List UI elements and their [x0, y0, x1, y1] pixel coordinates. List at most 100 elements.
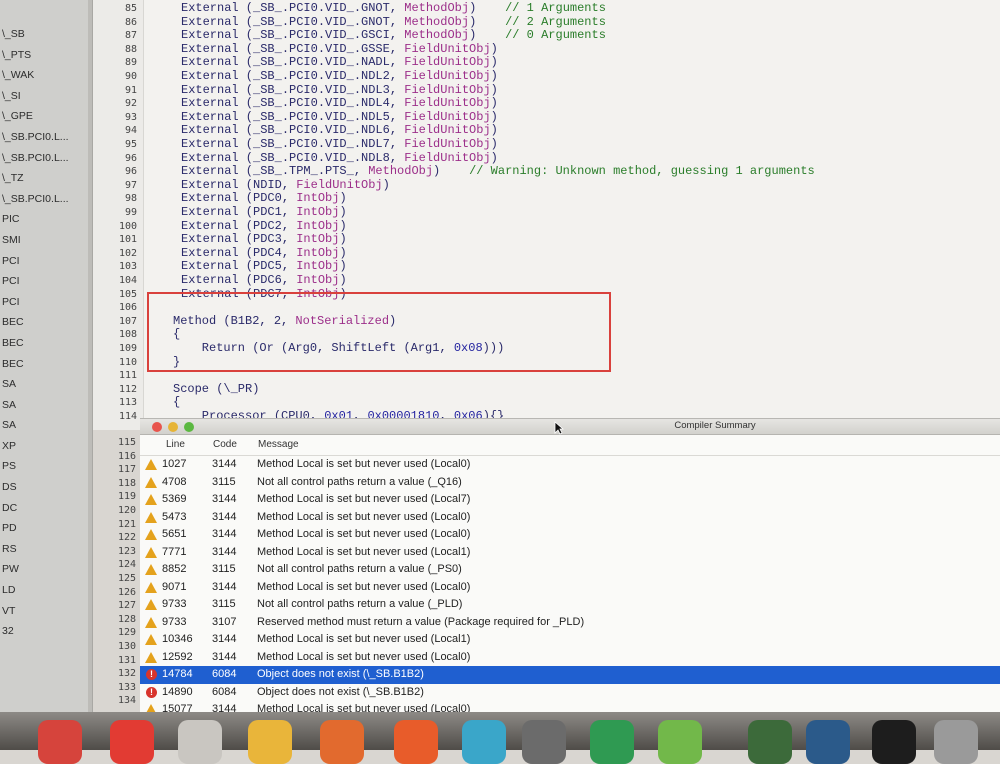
sidebar-item[interactable]: \_TZ — [0, 168, 92, 189]
line-number: 85 — [124, 3, 137, 14]
sidebar-item[interactable]: BEC — [0, 333, 92, 354]
summary-row[interactable]: 7771 3144 Method Local is set but never us… — [140, 544, 1000, 562]
code-token: // Warning: Unknown method, guessing 1 a… — [469, 164, 815, 179]
sidebar-item[interactable]: \_GPE — [0, 106, 92, 127]
line-number: 116 — [117, 450, 136, 462]
sidebar-item[interactable]: SA — [0, 415, 92, 436]
sidebar-item[interactable]: \_SB.PCI0.L... — [0, 127, 92, 148]
sidebar-item[interactable]: \_PTS — [0, 45, 92, 66]
row-code: 3144 — [212, 493, 237, 505]
app-icon-8[interactable] — [522, 720, 566, 764]
summary-row[interactable]: 5369 3144 Method Local is set but never us… — [140, 491, 1000, 509]
summary-row[interactable]: 9733 3107 Reserved method must return a va… — [140, 614, 1000, 632]
sidebar-item[interactable]: BEC — [0, 312, 92, 333]
code-token: MethodObj — [404, 1, 470, 15]
code-line: 88 External (_SB_.PCI0.VID_.GSSE, FieldUn… — [93, 42, 1000, 57]
summary-row[interactable]: ! 14890 6084 Object does not exist (\_SB.B1… — [140, 684, 1000, 702]
sidebar-item[interactable]: 32 — [0, 621, 92, 642]
app-icon-4[interactable] — [248, 720, 292, 764]
sidebar-scrollbar[interactable] — [88, 0, 92, 720]
sidebar-item[interactable]: LD — [0, 580, 92, 601]
app-icon-10[interactable] — [658, 720, 702, 764]
sidebar-item[interactable]: VT — [0, 601, 92, 622]
sidebar-item[interactable]: PCI — [0, 292, 92, 313]
sidebar-item[interactable]: PIC — [0, 209, 92, 230]
code-token: { — [173, 395, 181, 410]
summary-row[interactable]: 5473 3144 Method Local is set but never us… — [140, 509, 1000, 527]
summary-row[interactable]: 5651 3144 Method Local is set but never us… — [140, 526, 1000, 544]
app-icon-14[interactable] — [934, 720, 978, 764]
sidebar-item[interactable]: DC — [0, 498, 92, 519]
line-code: Scope (\_PR) — [173, 382, 259, 397]
warning-icon — [145, 529, 157, 540]
row-code: 3144 — [212, 458, 237, 470]
summary-row[interactable]: 12592 3144 Method Local is set but never u… — [140, 649, 1000, 667]
sidebar-item[interactable]: RS — [0, 539, 92, 560]
sidebar-item[interactable]: BEC — [0, 354, 92, 375]
line-number: 90 — [124, 71, 137, 82]
line-number: 126 — [117, 586, 136, 598]
line-number: 100 — [118, 220, 137, 232]
code-token: // 0 Arguments — [505, 28, 606, 43]
sidebar-item[interactable]: \_SB.PCI0.L... — [0, 189, 92, 210]
row-line: 1027 — [162, 458, 187, 470]
summary-row[interactable]: ! 14784 6084 Object does not exist (\_SB.B1… — [140, 666, 1000, 684]
row-message: Method Local is set but never used (Loca… — [257, 493, 471, 505]
line-code: External (PDC5, IntObj) — [181, 260, 347, 274]
sidebar-item[interactable]: PS — [0, 456, 92, 477]
sidebar-item[interactable]: \_SI — [0, 86, 92, 107]
code-token: ) — [339, 191, 347, 206]
line-number: 86 — [124, 16, 137, 28]
line-number: 133 — [117, 681, 136, 693]
summary-row[interactable]: 10346 3144 Method Local is set but never u… — [140, 631, 1000, 649]
line-number: 103 — [118, 261, 137, 273]
summary-row[interactable]: 9071 3144 Method Local is set but never us… — [140, 579, 1000, 597]
app-icon-3[interactable] — [178, 720, 222, 764]
code-token: FieldUnitObj — [404, 123, 491, 138]
code-token: ) — [490, 82, 498, 97]
column-message[interactable]: Message — [258, 439, 299, 450]
code-token: ) — [490, 96, 498, 111]
code-token: IntObj — [296, 232, 340, 247]
sidebar-item[interactable]: SA — [0, 395, 92, 416]
summary-row[interactable]: 8852 3115 Not all control paths return a v… — [140, 561, 1000, 579]
code-token: ) — [382, 177, 390, 192]
summary-row[interactable]: 4708 3115 Not all control paths return a v… — [140, 474, 1000, 492]
terminal-icon[interactable] — [872, 720, 916, 764]
sidebar-item[interactable]: XP — [0, 436, 92, 457]
sidebar-item[interactable]: PCI — [0, 251, 92, 272]
line-number: 108 — [118, 329, 137, 341]
row-message: Object does not exist (\_SB.B1B2) — [257, 668, 424, 680]
app-icon-2[interactable] — [110, 720, 154, 764]
code-token: IntObj — [296, 218, 340, 233]
sidebar-item[interactable]: SMI — [0, 230, 92, 251]
code-token: MethodObj — [404, 28, 470, 43]
code-token: ) — [339, 245, 347, 260]
app-icon-9[interactable] — [590, 720, 634, 764]
sidebar-item[interactable]: PD — [0, 518, 92, 539]
sidebar-item[interactable]: \_WAK — [0, 65, 92, 86]
app-icon-1[interactable] — [38, 720, 82, 764]
app-icon-7[interactable] — [462, 720, 506, 764]
line-number: 134 — [117, 695, 136, 707]
code-token: FieldUnitObj — [404, 137, 491, 151]
line-number: 117 — [117, 464, 136, 476]
sidebar-item[interactable]: SA — [0, 374, 92, 395]
summary-row[interactable]: 9733 3115 Not all control paths return a v… — [140, 596, 1000, 614]
column-line[interactable]: Line — [166, 439, 185, 450]
sidebar-item[interactable]: PW — [0, 559, 92, 580]
app-icon-5[interactable] — [320, 720, 364, 764]
app-icon-6[interactable] — [394, 720, 438, 764]
summary-row[interactable]: 1027 3144 Method Local is set but never us… — [140, 456, 1000, 474]
sidebar-item[interactable]: PCI — [0, 271, 92, 292]
summary-rows: 1027 3144 Method Local is set but never us… — [140, 456, 1000, 729]
line-number: 112 — [118, 383, 137, 395]
app-icon-12[interactable] — [806, 720, 850, 764]
sidebar-item[interactable]: DS — [0, 477, 92, 498]
sidebar-item[interactable]: \_SB.PCI0.L... — [0, 148, 92, 169]
app-icon-11[interactable] — [748, 720, 792, 764]
column-code[interactable]: Code — [213, 439, 237, 450]
code-token: ) — [339, 232, 347, 247]
code-token: External (_SB_.PCI0.VID_.GSCI, — [181, 28, 405, 43]
sidebar-item[interactable]: \_SB — [0, 24, 92, 45]
